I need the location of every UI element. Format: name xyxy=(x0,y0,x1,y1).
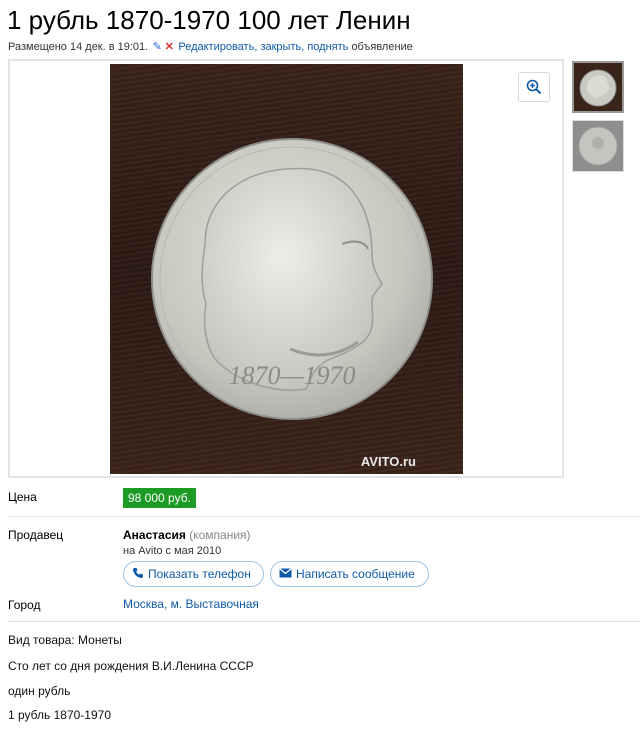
seller-since: на Avito с мая 2010 xyxy=(123,545,222,557)
zoom-button[interactable] xyxy=(518,72,550,102)
description-line: один рубль xyxy=(8,684,71,698)
seller-name[interactable]: Анастасия xyxy=(123,528,186,542)
price-badge: 98 000 руб. xyxy=(123,488,196,508)
description-line: 1 рубль 1870-1970 xyxy=(8,708,111,722)
listing-title: 1 рубль 1870-1970 100 лет Ленин xyxy=(7,5,411,35)
thumbnail-2[interactable] xyxy=(572,120,624,172)
write-message-label: Написать сообщение xyxy=(296,567,415,581)
city-link[interactable]: Москва, м. Выставочная xyxy=(123,597,259,611)
write-message-button[interactable]: Написать сообщение xyxy=(270,561,429,587)
seller-type: (компания) xyxy=(189,528,251,542)
seller-label: Продавец xyxy=(8,528,64,542)
description-line: Сто лет со дня рождения В.И.Ленина СССР xyxy=(8,659,254,673)
coin-photo[interactable]: 1870—1970 AVITO.ru xyxy=(110,64,463,474)
coin-image: 1870—1970 AVITO.ru xyxy=(151,138,433,469)
coin-years-text: 1870—1970 xyxy=(228,361,355,390)
phone-icon xyxy=(132,567,144,582)
divider xyxy=(8,621,640,622)
edit-listing-link[interactable]: Редактировать, закрыть, поднять xyxy=(178,41,348,53)
pencil-icon[interactable]: ✎ xyxy=(152,40,162,53)
envelope-icon xyxy=(279,567,292,581)
zoom-in-icon xyxy=(526,79,542,95)
price-label: Цена xyxy=(8,490,37,504)
thumbnail-1[interactable] xyxy=(572,61,624,113)
thumbnail-coin-front xyxy=(579,69,617,107)
listing-meta: Размещено 14 дек. в 19:01. ✎ ✕ Редактиров… xyxy=(8,40,413,53)
show-phone-button[interactable]: Показать телефон xyxy=(123,561,264,587)
posted-date: Размещено 14 дек. в 19:01. xyxy=(8,41,149,53)
seller-name-block: Анастасия (компания) xyxy=(123,528,251,542)
city-label: Город xyxy=(8,598,41,612)
divider xyxy=(8,516,640,517)
main-photo-frame: 1870—1970 AVITO.ru xyxy=(8,59,564,478)
thumbnail-coin-back xyxy=(573,121,623,171)
description-line: Вид товара: Монеты xyxy=(8,633,122,647)
avito-watermark: AVITO.ru xyxy=(361,454,416,469)
edit-suffix: объявление xyxy=(351,41,413,53)
close-icon[interactable]: ✕ xyxy=(164,40,174,53)
show-phone-label: Показать телефон xyxy=(148,567,251,581)
